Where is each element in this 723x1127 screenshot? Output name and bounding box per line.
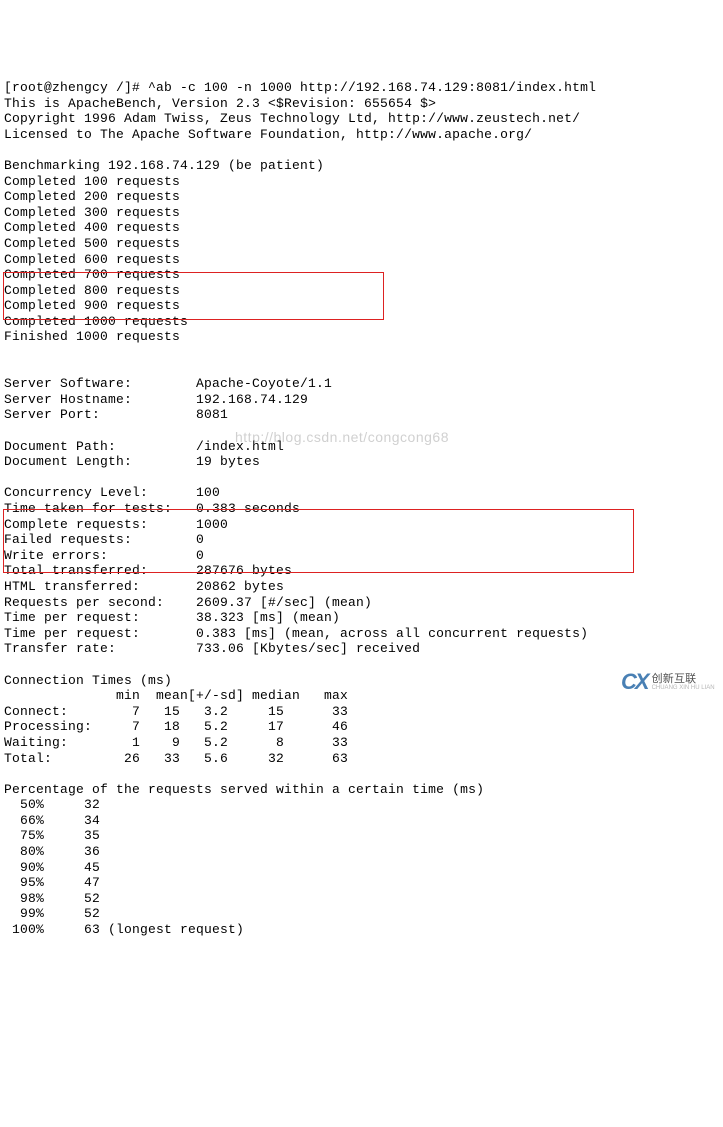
- requests-per-second: Requests per second: 2609.37 [#/sec] (me…: [4, 595, 372, 610]
- progress-line: Completed 800 requests: [4, 283, 180, 298]
- conn-times-row: Waiting: 1 9 5.2 8 33: [4, 735, 348, 750]
- time-per-request-mean: Time per request: 38.323 [ms] (mean): [4, 610, 340, 625]
- progress-line: Finished 1000 requests: [4, 329, 180, 344]
- failed-requests: Failed requests: 0: [4, 532, 204, 547]
- document-path: Document Path: /index.html: [4, 439, 284, 454]
- copyright-line: Copyright 1996 Adam Twiss, Zeus Technolo…: [4, 111, 580, 126]
- server-software: Server Software: Apache-Coyote/1.1: [4, 376, 332, 391]
- server-hostname: Server Hostname: 192.168.74.129: [4, 392, 308, 407]
- transfer-rate: Transfer rate: 733.06 [Kbytes/sec] recei…: [4, 641, 420, 656]
- percentile-row: 99% 52: [4, 906, 100, 921]
- total-transferred: Total transferred: 287676 bytes: [4, 563, 292, 578]
- progress-line: Completed 600 requests: [4, 252, 180, 267]
- conn-times-title: Connection Times (ms): [4, 673, 172, 688]
- write-errors: Write errors: 0: [4, 548, 204, 563]
- progress-line: Completed 200 requests: [4, 189, 180, 204]
- progress-line: Completed 1000 requests: [4, 314, 188, 329]
- document-length: Document Length: 19 bytes: [4, 454, 260, 469]
- percentile-row: 100% 63 (longest request): [4, 922, 244, 937]
- server-port: Server Port: 8081: [4, 407, 228, 422]
- percentile-row: 75% 35: [4, 828, 100, 843]
- apache-line: This is ApacheBench, Version 2.3 <$Revis…: [4, 96, 436, 111]
- progress-line: Completed 700 requests: [4, 267, 180, 282]
- percentiles-title: Percentage of the requests served within…: [4, 782, 484, 797]
- progress-line: Completed 400 requests: [4, 220, 180, 235]
- license-line: Licensed to The Apache Software Foundati…: [4, 127, 532, 142]
- html-transferred: HTML transferred: 20862 bytes: [4, 579, 284, 594]
- percentile-row: 66% 34: [4, 813, 100, 828]
- prompt-line: [root@zhengcy /]# ^ab -c 100 -n 1000 htt…: [4, 80, 596, 95]
- conn-times-header: min mean[+/-sd] median max: [4, 688, 348, 703]
- time-per-request-across: Time per request: 0.383 [ms] (mean, acro…: [4, 626, 588, 641]
- progress-line: Completed 500 requests: [4, 236, 180, 251]
- percentile-row: 95% 47: [4, 875, 100, 890]
- conn-times-row: Processing: 7 18 5.2 17 46: [4, 719, 348, 734]
- conn-times-row: Total: 26 33 5.6 32 63: [4, 751, 348, 766]
- concurrency-level: Concurrency Level: 100: [4, 485, 220, 500]
- percentile-row: 90% 45: [4, 860, 100, 875]
- conn-times-row: Connect: 7 15 3.2 15 33: [4, 704, 348, 719]
- terminal-output: [root@zhengcy /]# ^ab -c 100 -n 1000 htt…: [0, 62, 723, 939]
- time-taken: Time taken for tests: 0.383 seconds: [4, 501, 300, 516]
- percentile-row: 50% 32: [4, 797, 100, 812]
- complete-requests: Complete requests: 1000: [4, 517, 228, 532]
- percentile-row: 98% 52: [4, 891, 100, 906]
- progress-line: Completed 900 requests: [4, 298, 180, 313]
- progress-line: Completed 300 requests: [4, 205, 180, 220]
- benchmarking-title: Benchmarking 192.168.74.129 (be patient): [4, 158, 324, 173]
- progress-line: Completed 100 requests: [4, 174, 180, 189]
- percentile-row: 80% 36: [4, 844, 100, 859]
